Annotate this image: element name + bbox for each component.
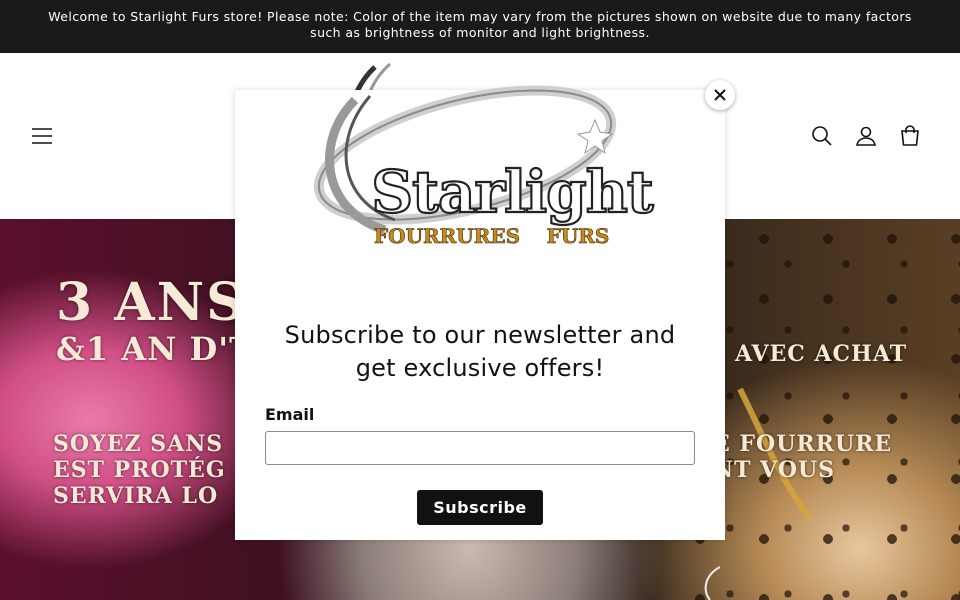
modal-logo: Starlight FOURRURES FURS (313, 85, 655, 248)
hero-headline: 3 ANS (56, 272, 246, 333)
hero-body-right: E FOURRURE NT VOUS (713, 431, 893, 483)
email-field[interactable] (265, 431, 695, 465)
menu-icon[interactable] (29, 123, 55, 149)
newsletter-modal: Starlight FOURRURES FURS Subscribe to ou… (235, 80, 735, 540)
email-label: Email (265, 405, 315, 424)
cart-icon[interactable] (897, 123, 923, 149)
close-icon (714, 89, 726, 101)
logo-sub-right: FURS (547, 224, 610, 248)
modal-title: Subscribe to our newsletter and get excl… (284, 321, 676, 382)
search-icon[interactable] (809, 123, 835, 149)
swoosh-decoration (704, 566, 721, 600)
logo-wordmark: Starlight (371, 158, 654, 226)
account-icon[interactable] (853, 123, 879, 149)
hero-body-left: SOYEZ SANS EST PROTÉG SERVIRA LO (53, 431, 226, 509)
announcement-text: Welcome to Starlight Furs store! Please … (48, 9, 912, 40)
close-button[interactable] (705, 80, 735, 110)
hero-subheadline: &1 AN D'T (56, 330, 254, 368)
hero-right-line: AVEC ACHAT (735, 341, 908, 367)
announcement-bar: Welcome to Starlight Furs store! Please … (0, 0, 960, 53)
subscribe-button[interactable]: Subscribe (417, 490, 543, 525)
logo-sub-left: FOURRURES (374, 224, 520, 248)
